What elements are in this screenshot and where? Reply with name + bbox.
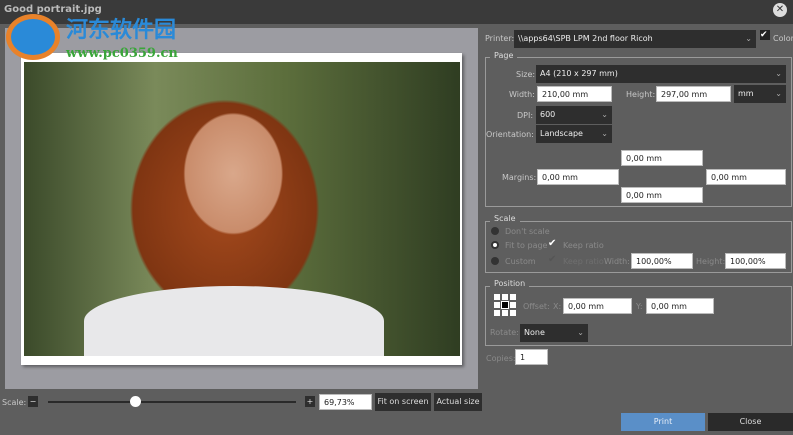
scale-width-input[interactable]: 100,00% (631, 253, 693, 269)
dpi-label: DPI: (517, 111, 534, 120)
fit-to-page-label: Fit to page (505, 241, 548, 250)
dont-scale-label: Don't scale (505, 227, 550, 236)
chevron-down-icon: ⌄ (601, 129, 608, 138)
chevron-down-icon: ⌄ (577, 328, 584, 337)
rotate-value: None (524, 328, 545, 337)
dpi-value: 600 (540, 110, 556, 119)
offset-x-input[interactable]: 0,00 mm (563, 298, 632, 314)
print-button[interactable]: Print (621, 413, 705, 431)
photo-shirt (84, 286, 384, 356)
photo-preview (24, 62, 460, 356)
actual-size-button[interactable]: Actual size (434, 393, 482, 411)
watermark-text: 河东软件园 (66, 17, 177, 43)
scale-group-title: Scale (490, 214, 520, 223)
keep-ratio-custom-label: Keep ratio (563, 257, 604, 266)
watermark-url: www.pc0359.cn (66, 46, 178, 61)
margin-right-input[interactable]: 0,00 mm (706, 169, 786, 185)
zoom-slider-thumb[interactable] (129, 396, 141, 407)
color-checkbox[interactable]: ✔ (760, 30, 770, 40)
anchor-cell[interactable] (510, 302, 516, 308)
zoom-out-button[interactable]: − (28, 396, 38, 407)
orientation-label: Orientation: (486, 130, 534, 139)
custom-label: Custom (505, 257, 536, 266)
zoom-in-button[interactable]: + (305, 396, 315, 407)
copies-input[interactable]: 1 (515, 349, 548, 365)
margin-bottom-input[interactable]: 0,00 mm (621, 187, 703, 203)
scale-height-input[interactable]: 100,00% (725, 253, 786, 269)
rotate-select[interactable]: None ⌄ (520, 324, 588, 342)
keep-ratio-custom-checkbox[interactable]: ✔ (548, 254, 556, 265)
zoom-slider-track[interactable] (48, 401, 296, 403)
keep-ratio-label: Keep ratio (563, 241, 604, 250)
scale-label: Scale: (2, 398, 27, 407)
anchor-cell[interactable] (502, 310, 508, 316)
size-select[interactable]: A4 (210 x 297 mm) ⌄ (536, 65, 786, 83)
position-group-title: Position (490, 279, 530, 288)
size-value: A4 (210 x 297 mm) (540, 69, 618, 78)
printer-value: \\apps64\SPB LPM 2nd floor Ricoh (518, 34, 653, 43)
anchor-cell[interactable] (510, 310, 516, 316)
chevron-down-icon: ⌄ (775, 89, 782, 98)
anchor-cell[interactable] (510, 294, 516, 300)
dpi-select[interactable]: 600 ⌄ (536, 106, 612, 124)
size-label: Size: (516, 70, 536, 79)
page-group-title: Page (490, 51, 518, 60)
height-input[interactable]: 297,00 mm (656, 86, 731, 102)
close-button[interactable]: Close (708, 413, 793, 431)
margin-left-input[interactable]: 0,00 mm (537, 169, 619, 185)
anchor-cell-selected[interactable] (501, 301, 509, 309)
orientation-value: Landscape (540, 129, 583, 138)
margins-label: Margins: (502, 173, 537, 182)
chevron-down-icon: ⌄ (745, 34, 752, 43)
chevron-down-icon: ⌄ (601, 110, 608, 119)
custom-radio[interactable] (491, 257, 499, 265)
orientation-select[interactable]: Landscape ⌄ (536, 125, 612, 143)
anchor-grid[interactable] (494, 294, 516, 316)
offset-y-label: Y: (636, 302, 643, 311)
fit-to-page-radio[interactable] (491, 241, 499, 249)
offset-y-input[interactable]: 0,00 mm (646, 298, 714, 314)
close-icon[interactable]: ✕ (773, 3, 787, 17)
dont-scale-radio[interactable] (491, 227, 499, 235)
scale-width-label: Width: (604, 257, 630, 266)
rotate-label: Rotate: (490, 328, 519, 337)
height-label: Height: (626, 90, 656, 99)
width-input[interactable]: 210,00 mm (537, 86, 612, 102)
unit-value: mm (738, 89, 754, 98)
offset-label: Offset: (523, 302, 550, 311)
keep-ratio-checkbox[interactable]: ✔ (548, 238, 556, 249)
scale-height-label: Height: (696, 257, 726, 266)
anchor-cell[interactable] (494, 302, 500, 308)
anchor-cell[interactable] (494, 294, 500, 300)
width-label: Width: (509, 90, 535, 99)
unit-select[interactable]: mm ⌄ (734, 85, 786, 103)
anchor-cell[interactable] (494, 310, 500, 316)
margin-top-input[interactable]: 0,00 mm (621, 150, 703, 166)
printer-label: Printer: (485, 34, 515, 43)
watermark-logo-icon (6, 14, 60, 60)
anchor-cell[interactable] (502, 294, 508, 300)
zoom-value-input[interactable]: 69,73% (319, 394, 372, 410)
fit-on-screen-button[interactable]: Fit on screen (375, 393, 431, 411)
chevron-down-icon: ⌄ (775, 69, 782, 78)
copies-label: Copies: (486, 354, 516, 363)
printer-select[interactable]: \\apps64\SPB LPM 2nd floor Ricoh ⌄ (514, 30, 756, 48)
color-label: Color (773, 34, 793, 43)
offset-x-label: X: (553, 302, 562, 311)
